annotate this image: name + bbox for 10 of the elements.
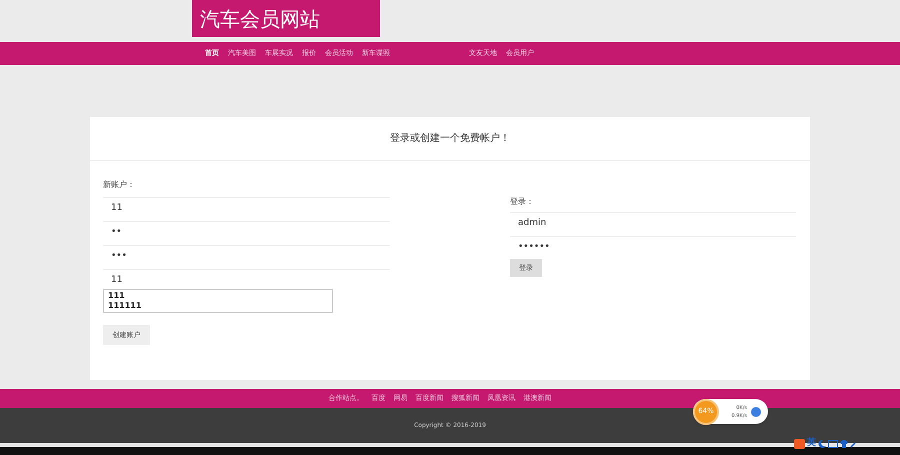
site-logo: 汽车会员网站 — [192, 0, 380, 37]
login-label: 登录： — [510, 196, 535, 208]
suggestion-item[interactable]: 111111 — [108, 301, 328, 311]
moon-icon[interactable] — [818, 440, 826, 448]
keyboard-icon[interactable] — [828, 440, 838, 448]
shirt-icon[interactable] — [840, 440, 848, 448]
card-title: 登录或创建一个免费帐户！ — [390, 132, 510, 146]
ime-logo-icon — [794, 438, 805, 449]
suggestion-item[interactable]: 111 — [108, 291, 328, 301]
register-label: 新账户： — [103, 179, 136, 191]
